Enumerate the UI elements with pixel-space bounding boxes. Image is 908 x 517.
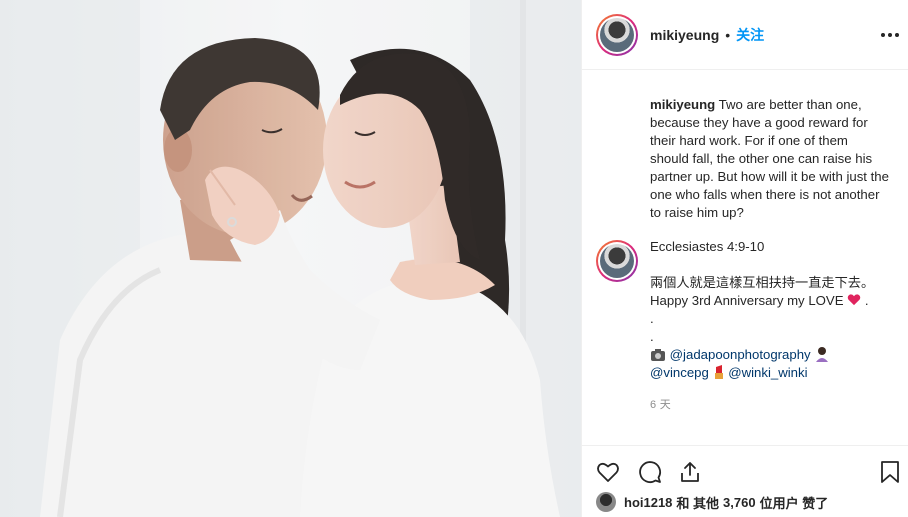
username-link[interactable]: mikiyeung [650, 27, 719, 43]
follow-button[interactable]: 关注 [736, 25, 764, 45]
mention-link[interactable]: @winki_winki [728, 365, 807, 380]
post-header: mikiyeung • 关注 [582, 0, 908, 70]
couple-photo-illustration [0, 0, 581, 517]
chinese-text: 兩個人就是這樣互相扶持一直走下去。 [650, 275, 875, 290]
anniversary-line: Happy 3rd Anniversary my LOVE . [650, 293, 869, 308]
separator-dot: • [725, 26, 731, 43]
verse-text: Ecclesiastes 4:9-10 [650, 239, 765, 254]
credit-line-1: @jadapoonphotography [650, 346, 890, 364]
post-detail-panel: mikiyeung • 关注 mikiyeung Two are better … [581, 0, 908, 517]
share-icon[interactable] [678, 460, 702, 484]
comment-text: Ecclesiastes 4:9-10 兩個人就是這樣互相扶持一直走下去。 Ha… [650, 238, 890, 414]
likes-count[interactable]: 3,760 [723, 495, 756, 510]
bookmark-icon[interactable] [878, 460, 902, 484]
caption-username[interactable]: mikiyeung [650, 97, 715, 112]
mention-link[interactable]: @jadapoonphotography [670, 347, 811, 362]
comments-section: mikiyeung Two are better than one, becau… [582, 71, 908, 445]
dot-line-2: . [650, 329, 654, 344]
camera-emoji-icon [651, 349, 665, 361]
comment-avatar[interactable] [596, 240, 638, 282]
likes-summary: hoi1218 和 其他 3,760 位用户 赞了 [596, 490, 828, 514]
caption-text: Two are better than one, because they ha… [650, 97, 889, 220]
comment-icon[interactable] [638, 460, 662, 484]
heart-emoji-icon [847, 294, 861, 306]
liker-avatar[interactable] [596, 492, 616, 512]
likes-conj: 和 其他 [676, 495, 720, 511]
comment-timestamp[interactable]: 6 天 [650, 396, 890, 414]
mention-link[interactable]: @vincepg [650, 365, 709, 380]
likes-suffix: 位用户 赞了 [759, 495, 829, 511]
avatar[interactable] [596, 13, 638, 56]
post-caption: mikiyeung Two are better than one, becau… [650, 96, 890, 222]
liker-username[interactable]: hoi1218 [624, 495, 672, 510]
credit-line-2: @vincepg @winki_winki [650, 364, 890, 382]
lipstick-emoji-icon [714, 365, 723, 379]
more-horizontal-icon[interactable] [881, 26, 899, 44]
action-bar [582, 445, 908, 487]
post-photo[interactable] [0, 0, 581, 517]
heart-icon[interactable] [596, 460, 620, 484]
person-emoji-icon [816, 347, 829, 362]
dot-line-1: . [650, 311, 654, 326]
